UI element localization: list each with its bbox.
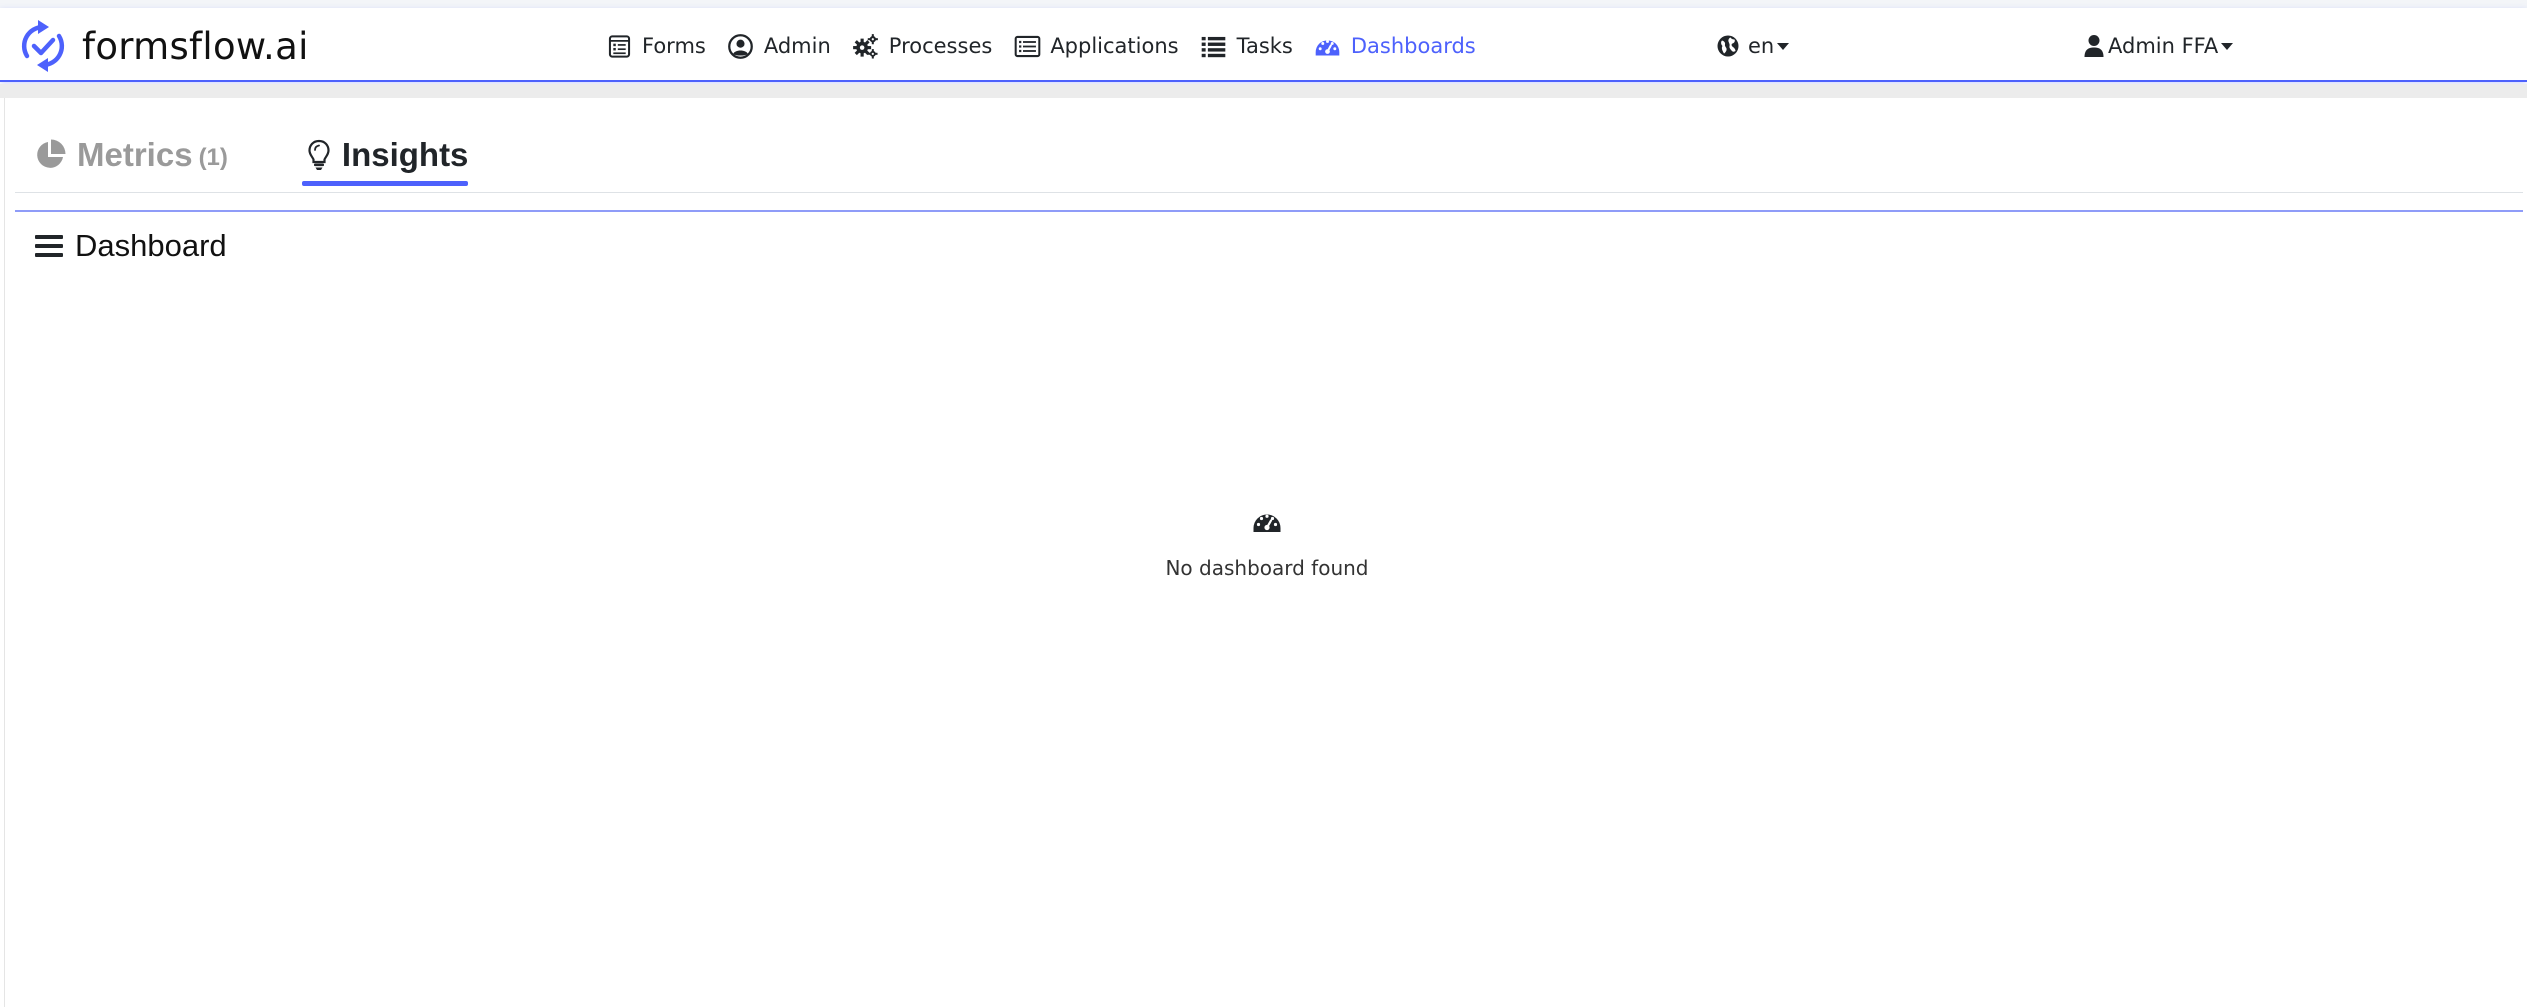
globe-icon bbox=[1717, 35, 1739, 57]
user-dropdown[interactable]: Admin FFA bbox=[2084, 34, 2234, 58]
task-list-icon bbox=[1199, 31, 1229, 61]
gears-icon bbox=[851, 31, 881, 61]
tab-insights-label: Insights bbox=[341, 136, 469, 173]
brand-name: formsflow.ai bbox=[82, 24, 309, 68]
gauge-icon bbox=[1253, 514, 1281, 532]
nav-label-admin: Admin bbox=[763, 34, 831, 58]
user-name: Admin FFA bbox=[2108, 34, 2219, 58]
refresh-check-logo-icon bbox=[21, 20, 65, 72]
lightbulb-icon bbox=[302, 138, 336, 172]
tab-metrics[interactable]: Metrics (1) bbox=[33, 128, 228, 182]
dashboard-title: Dashboard bbox=[75, 228, 227, 263]
language-label: en bbox=[1748, 34, 1775, 58]
page-background-band bbox=[0, 84, 2527, 98]
top-navbar: formsflow.ai Forms Admin Processes Appli… bbox=[0, 8, 2527, 82]
tab-insights[interactable]: Insights bbox=[301, 128, 469, 186]
nav-item-dashboards[interactable]: Dashboards bbox=[1313, 31, 1476, 61]
gauge-icon bbox=[1313, 31, 1343, 61]
caret-down-icon bbox=[2221, 42, 2234, 50]
dashboard-header[interactable]: Dashboard bbox=[35, 228, 227, 264]
brand[interactable]: formsflow.ai bbox=[18, 18, 309, 74]
tab-metrics-label: Metrics bbox=[77, 136, 193, 173]
dashboard-card: Metrics (1) Insights Dashboard No dashbo… bbox=[4, 98, 2527, 1007]
nav-label-tasks: Tasks bbox=[1236, 34, 1293, 58]
tab-metrics-count: (1) bbox=[198, 144, 228, 171]
form-list-icon bbox=[604, 31, 634, 61]
user-circle-icon bbox=[726, 31, 756, 61]
nav-label-forms: Forms bbox=[642, 34, 706, 58]
nav-item-admin[interactable]: Admin bbox=[726, 31, 831, 61]
empty-message: No dashboard found bbox=[1165, 556, 1369, 580]
nav-item-tasks[interactable]: Tasks bbox=[1199, 31, 1293, 61]
empty-state: No dashboard found bbox=[1067, 508, 1467, 580]
language-dropdown[interactable]: en bbox=[1716, 34, 1790, 58]
nav-item-applications[interactable]: Applications bbox=[1012, 31, 1179, 61]
nav-item-forms[interactable]: Forms bbox=[604, 31, 706, 61]
pie-chart-icon bbox=[33, 138, 67, 172]
caret-down-icon bbox=[1777, 42, 1790, 50]
user-icon bbox=[2084, 35, 2104, 57]
hamburger-icon bbox=[35, 235, 63, 257]
nav-label-processes: Processes bbox=[888, 34, 993, 58]
nav-label-applications: Applications bbox=[1050, 34, 1179, 58]
section-divider bbox=[15, 210, 2523, 212]
tabs-divider bbox=[15, 192, 2523, 193]
list-window-icon bbox=[1012, 31, 1042, 61]
nav-item-processes[interactable]: Processes bbox=[851, 31, 993, 61]
top-strip bbox=[0, 0, 2527, 8]
main-nav: Forms Admin Processes Applications Tasks bbox=[604, 30, 1496, 62]
nav-label-dashboards: Dashboards bbox=[1350, 34, 1476, 58]
tab-bar: Metrics (1) Insights bbox=[33, 128, 468, 188]
